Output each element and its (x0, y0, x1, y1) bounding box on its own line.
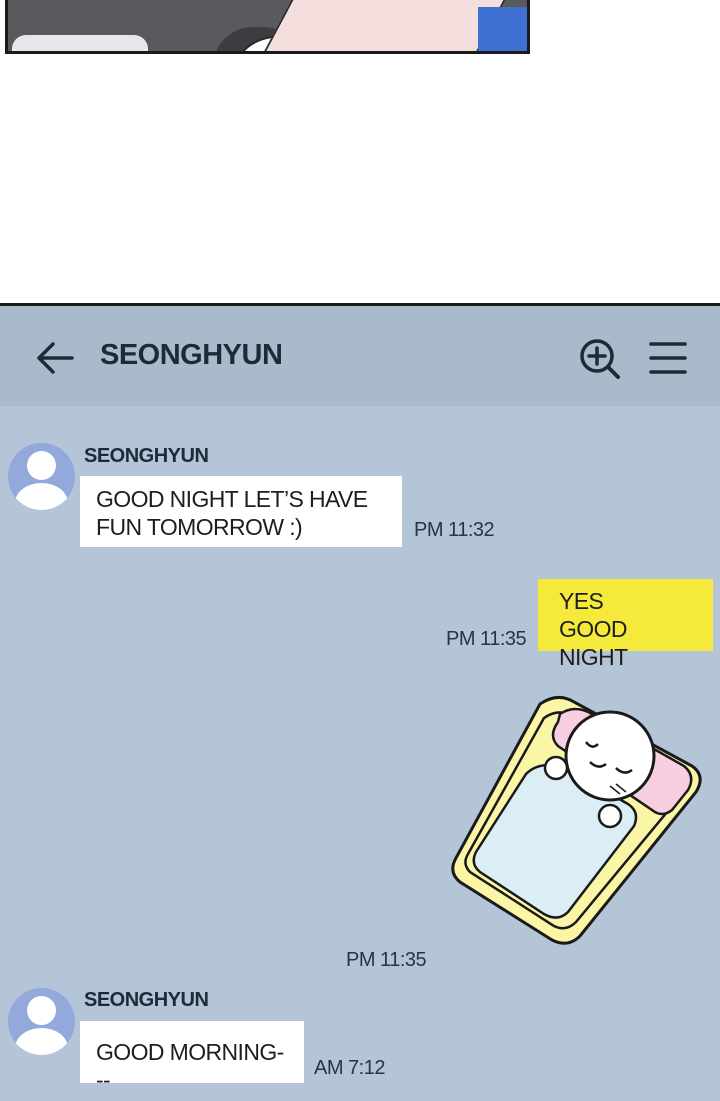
hamburger-menu-icon[interactable] (648, 340, 688, 376)
message-line: GOOD MORNING--- (96, 1039, 284, 1093)
message-timestamp: PM 11:35 (446, 628, 527, 650)
zoom-in-search-icon[interactable] (578, 337, 622, 381)
message-line: YES (559, 588, 604, 614)
sender-name: SEONGHYUN (84, 989, 209, 1011)
received-message-bubble[interactable]: GOOD NIGHT LET’S HAVE FUN TOMORROW :) (80, 476, 402, 547)
sender-avatar[interactable] (8, 988, 75, 1055)
message-line: GOOD NIGHT LET’S HAVE (96, 486, 368, 512)
sender-name: SEONGHYUN (84, 445, 209, 467)
chat-title: SEONGHYUN (100, 339, 283, 371)
sent-message-bubble[interactable]: YES GOOD NIGHT (538, 579, 713, 670)
message-timestamp: PM 11:35 (346, 949, 427, 971)
message-timestamp: AM 7:12 (314, 1057, 385, 1079)
sleeping-character-sticker[interactable] (440, 686, 710, 946)
comic-panel-fragment: 12 (5, 0, 530, 54)
message-timestamp: PM 11:32 (414, 519, 495, 541)
message-line: FUN TOMORROW :) (96, 514, 303, 540)
message-line: GOOD NIGHT (559, 616, 628, 670)
chat-screen: SEONGHYUN SEONGHYUN GOOD NIGHT LET’S HAV… (0, 303, 720, 1101)
chat-header: SEONGHYUN (0, 306, 720, 406)
back-arrow-icon[interactable] (34, 340, 76, 376)
sender-avatar[interactable] (8, 443, 75, 510)
received-message-bubble[interactable]: GOOD MORNING--- (80, 1021, 304, 1093)
